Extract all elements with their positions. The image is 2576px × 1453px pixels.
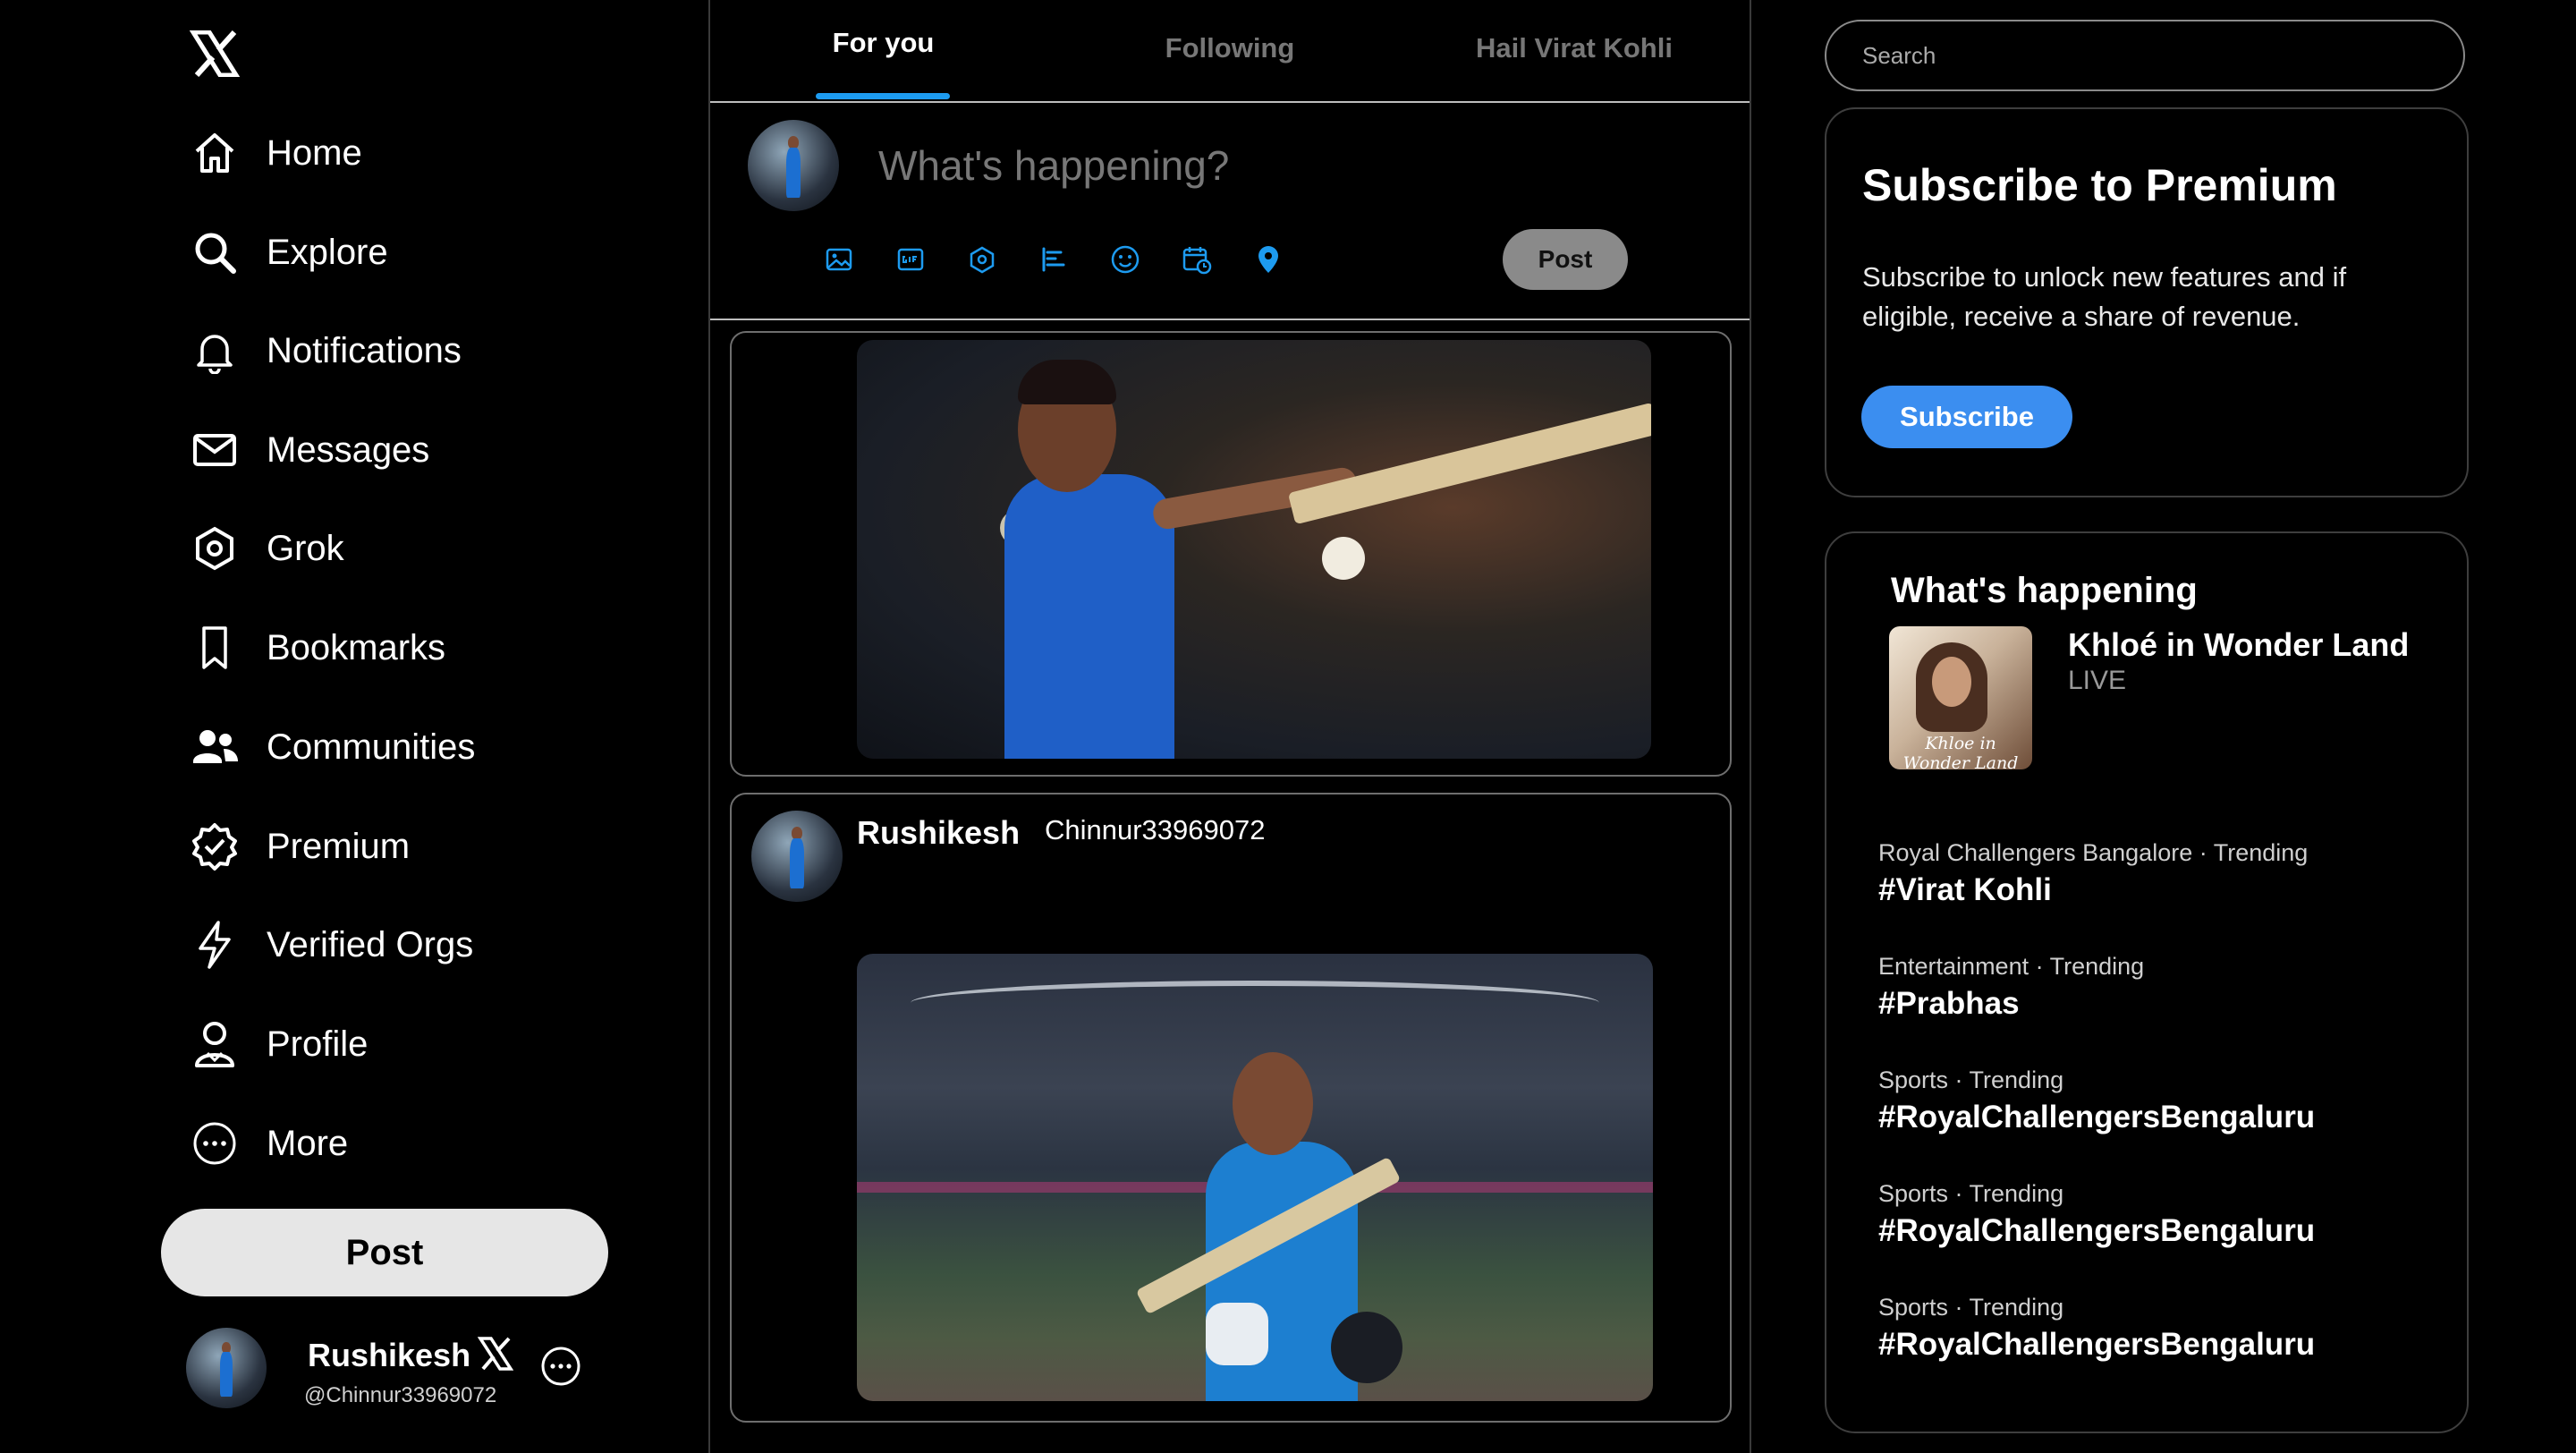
nav-notifications[interactable]: Notifications [190, 319, 462, 382]
nav-home[interactable]: Home [190, 122, 362, 184]
nav-label: Premium [267, 826, 411, 866]
more-options-icon[interactable] [540, 1346, 581, 1391]
account-handle: @Chinnur33969072 [304, 1383, 497, 1407]
active-tab-indicator [816, 93, 950, 99]
section-title: What's happening [1891, 571, 2198, 610]
nav-label: Messages [267, 429, 430, 470]
tab-hail-virat-kohli[interactable]: Hail Virat Kohli [1449, 32, 1699, 64]
nav-profile[interactable]: Profile [190, 1013, 368, 1075]
trend-meta: Entertainment · Trending [1878, 953, 2145, 980]
premium-title: Subscribe to Premium [1862, 160, 2337, 210]
trend-name: #RoyalChallengersBengaluru [1878, 1213, 2316, 1248]
home-icon [190, 128, 240, 178]
nav-label: Verified Orgs [267, 924, 474, 964]
nav-label: Grok [267, 528, 344, 568]
more-circle-icon [190, 1118, 240, 1168]
post-author-name[interactable]: Rushikesh [857, 814, 1020, 852]
column-divider [708, 0, 710, 1453]
nav-label: Home [267, 132, 362, 173]
avatar[interactable] [751, 811, 843, 902]
x-verified-icon [477, 1337, 514, 1375]
poll-icon[interactable] [1038, 243, 1070, 276]
divider [710, 319, 1750, 320]
subscribe-button[interactable]: Subscribe [1861, 386, 2072, 448]
schedule-icon[interactable] [1181, 243, 1213, 276]
nav-label: Communities [267, 726, 476, 767]
trend-item[interactable]: Sports · Trending #RoyalChallengersBenga… [1878, 1180, 2415, 1249]
nav-verified-orgs[interactable]: Verified Orgs [190, 913, 473, 976]
tab-for-you[interactable]: For you [787, 27, 979, 59]
live-badge: LIVE [2068, 666, 2127, 695]
nav-bookmarks[interactable]: Bookmarks [190, 616, 445, 679]
gif-icon[interactable] [894, 243, 927, 276]
post-author-handle[interactable]: Chinnur33969072 [1045, 814, 1266, 846]
nav-label: Notifications [267, 330, 462, 370]
premium-description: Subscribe to unlock new features and if … [1862, 261, 2347, 332]
bookmark-icon [190, 623, 240, 673]
lightning-icon [190, 920, 240, 970]
search-icon [190, 227, 240, 277]
people-icon [190, 722, 240, 772]
nav-communities[interactable]: Communities [190, 716, 475, 778]
avatar[interactable] [748, 120, 839, 211]
trend-meta: Sports · Trending [1878, 1180, 2064, 1207]
nav-premium[interactable]: Premium [190, 815, 410, 878]
location-icon[interactable] [1252, 243, 1284, 276]
grok-icon [190, 523, 240, 574]
search-input[interactable] [1825, 20, 2465, 91]
trend-name: #Prabhas [1878, 986, 2020, 1021]
trend-item[interactable]: Royal Challengers Bangalore · Trending #… [1878, 839, 2415, 908]
trend-meta: Royal Challengers Bangalore · Trending [1878, 839, 2309, 866]
trend-meta: Sports · Trending [1878, 1294, 2064, 1321]
post-card[interactable]: Rushikesh Chinnur33969072 [730, 793, 1732, 1423]
image-icon[interactable] [823, 243, 855, 276]
trend-item[interactable]: Sports · Trending #RoyalChallengersBenga… [1878, 1066, 2415, 1135]
post-button[interactable]: Post [161, 1209, 608, 1296]
nav-label: More [267, 1123, 349, 1163]
trend-name: #RoyalChallengersBengaluru [1878, 1327, 2316, 1362]
trend-item[interactable]: Entertainment · Trending #Prabhas [1878, 953, 2415, 1022]
nav-label: Bookmarks [267, 627, 446, 667]
bell-icon [190, 326, 240, 376]
trend-name: #Virat Kohli [1878, 872, 2052, 907]
grok-icon[interactable] [966, 243, 998, 276]
live-title[interactable]: Khloé in Wonder Land [2068, 626, 2409, 664]
live-thumbnail[interactable]: Khloe in Wonder Land [1889, 626, 2032, 769]
trend-name: #RoyalChallengersBengaluru [1878, 1100, 2316, 1134]
tab-following[interactable]: Following [1109, 32, 1351, 64]
thumbnail-caption: Khloe in Wonder Land [1902, 734, 2019, 769]
post-image[interactable] [857, 954, 1653, 1401]
column-divider [1750, 0, 1751, 1453]
nav-more[interactable]: More [190, 1112, 348, 1175]
compose-input[interactable]: What's happening? [878, 141, 1229, 190]
trend-item[interactable]: Sports · Trending #RoyalChallengersBenga… [1878, 1294, 2415, 1363]
verified-badge-icon [190, 821, 240, 871]
emoji-icon[interactable] [1109, 243, 1141, 276]
post-image[interactable] [857, 340, 1651, 759]
compose-post-button[interactable]: Post [1503, 229, 1628, 290]
nav-grok[interactable]: Grok [190, 517, 344, 580]
divider [710, 101, 1750, 103]
trend-meta: Sports · Trending [1878, 1066, 2064, 1093]
person-icon [190, 1019, 240, 1069]
nav-label: Profile [267, 1024, 369, 1064]
nav-messages[interactable]: Messages [190, 419, 429, 481]
avatar [186, 1328, 267, 1408]
x-logo-icon[interactable] [189, 30, 241, 78]
account-name: Rushikesh [308, 1337, 471, 1373]
nav-explore[interactable]: Explore [190, 221, 388, 284]
account-switcher[interactable]: Rushikesh @Chinnur33969072 [186, 1326, 589, 1410]
post-card[interactable] [730, 331, 1732, 777]
envelope-icon [190, 425, 240, 475]
nav-label: Explore [267, 232, 388, 272]
